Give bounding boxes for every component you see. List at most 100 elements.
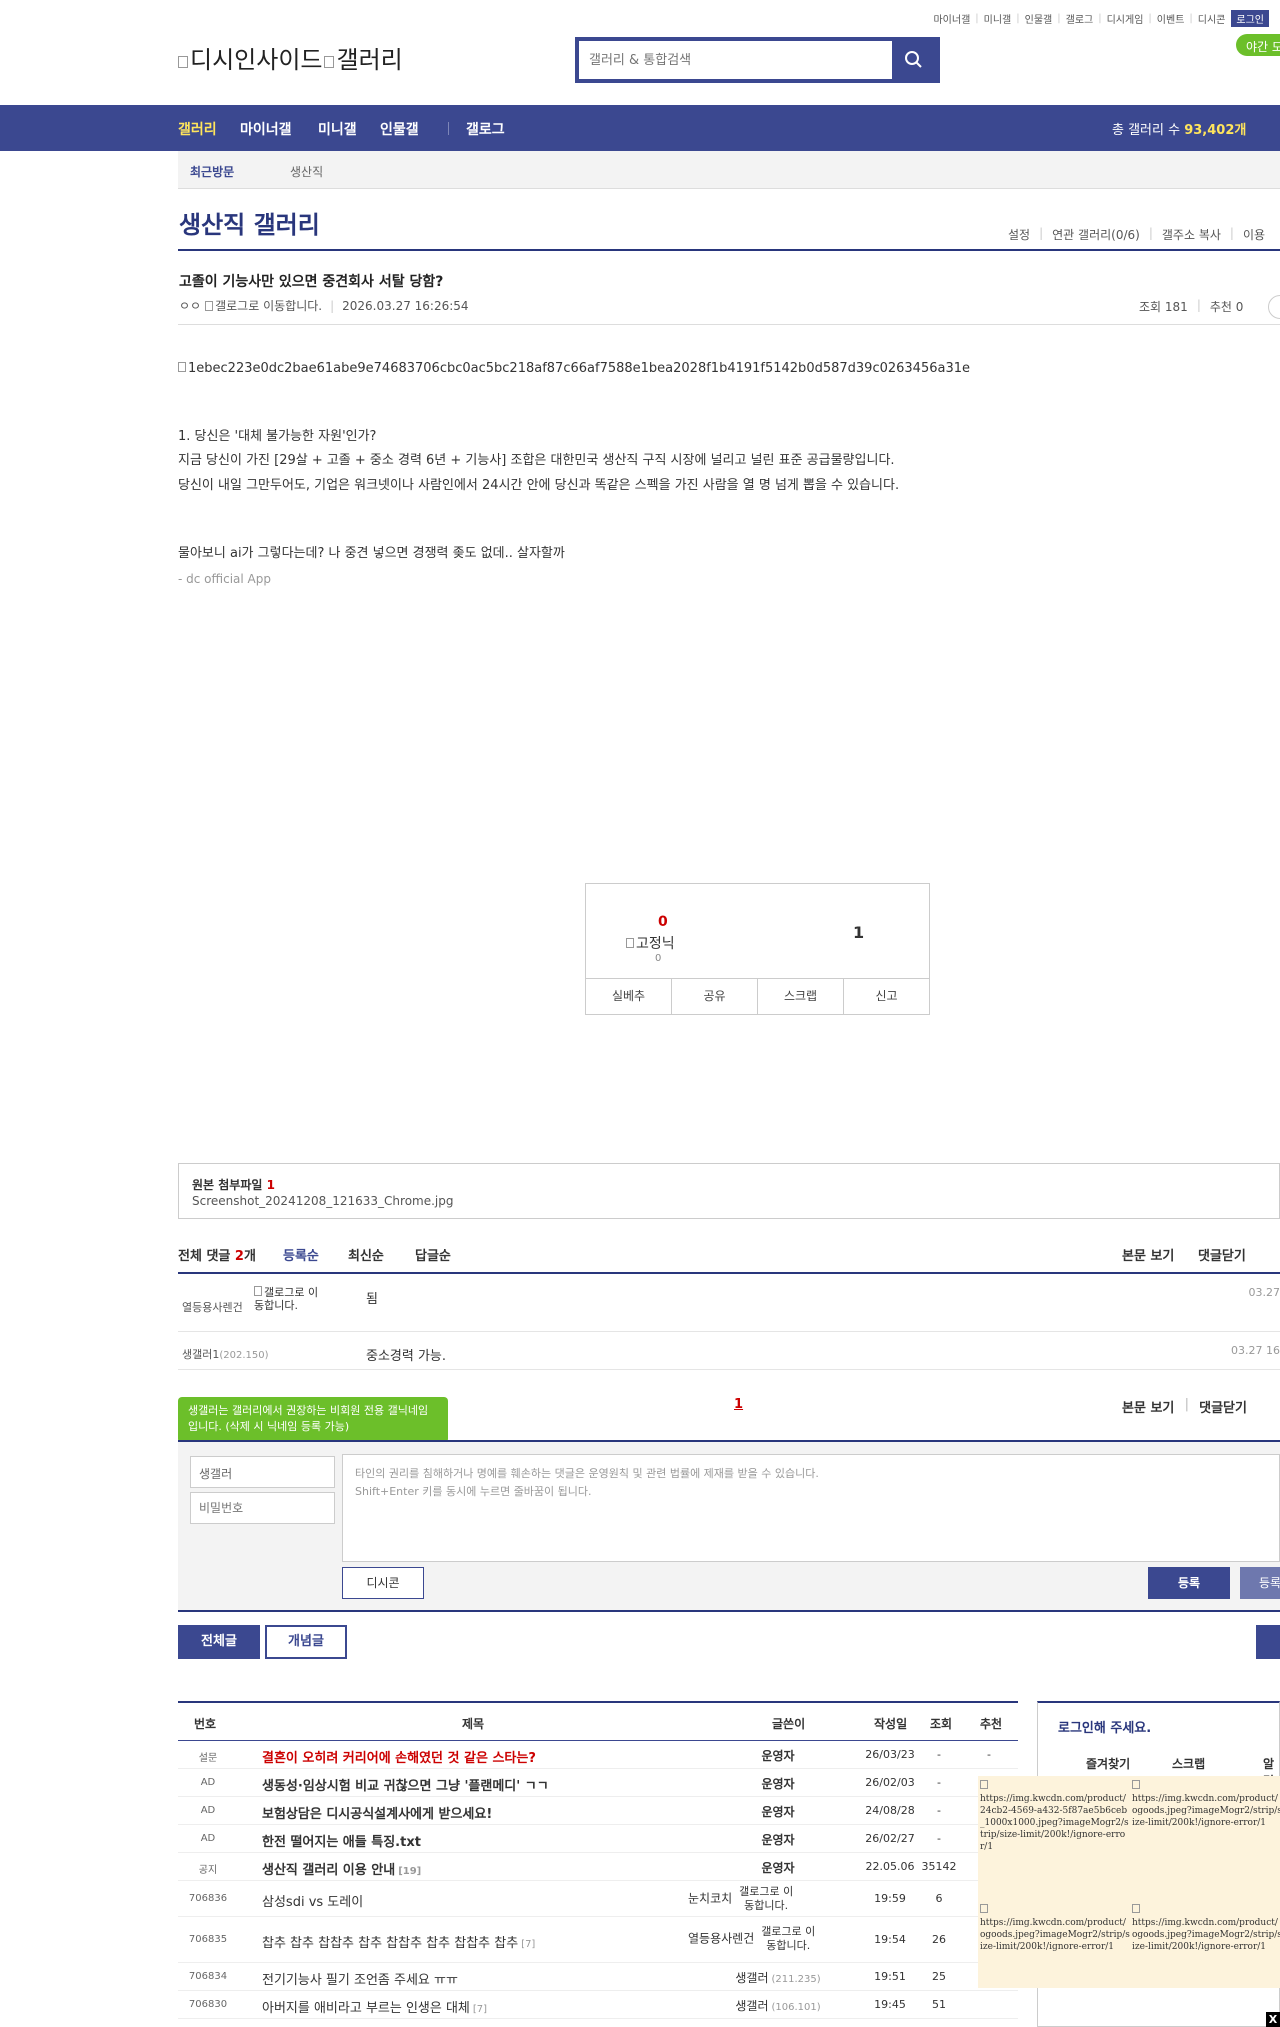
close-icon[interactable]: X (1266, 2012, 1280, 2027)
sort-replies[interactable]: 답글순 (415, 1245, 451, 1264)
submit-button[interactable]: 등록 (1148, 1567, 1230, 1599)
post-date: 24/08/28 (865, 1804, 915, 1817)
submit-recommend-button[interactable]: 등록 (1240, 1567, 1280, 1599)
post-writer[interactable]: 생갤러 (106.101) (718, 1997, 838, 2014)
post-title-link[interactable]: 한전 떨어지는 애들 특징.txt (262, 1831, 421, 1850)
side-tab-bookmark[interactable]: 즐겨찾기 (1086, 1755, 1130, 1772)
post-title-link[interactable]: 전기기능사 필기 조언좀 주세요 ㅠㅠ (262, 1969, 458, 1988)
report-button[interactable]: 신고 (843, 979, 929, 1014)
post-image[interactable]: 1ebec223e0dc2bae61abe9e74683706cbc0ac5bc… (178, 361, 970, 376)
table-row[interactable]: AD 생동성·임상시험 비교 귀찮으면 그냥 '플랜메디' ㄱㄱ 운영자 26/02/… (178, 1769, 1018, 1797)
ad-image[interactable]: https://img.kwcdn.com/product/ogoods.jpe… (980, 1904, 1130, 1953)
table-row[interactable]: 706830 아버지를 애비라고 부르는 인생은 대체 [7] 생갤러 (106.101… (178, 1991, 1018, 2019)
tab-all-posts[interactable]: 전체글 (178, 1625, 260, 1659)
comment-footer-actions: 본문 보기 | 댓글닫기 (1122, 1397, 1247, 1416)
nav-divider (448, 122, 449, 135)
post-writer[interactable]: 생갤러 (211.235) (718, 1969, 838, 1986)
post-title-link[interactable]: 생산직 갤러리 이용 안내 [19] (262, 1859, 421, 1878)
copy-address-link[interactable]: 갤주소 복사 (1162, 226, 1221, 243)
site-logo[interactable]: 디시인사이드 갤러리 (178, 40, 403, 75)
related-gallery-link[interactable]: 연관 갤러리(0/6) (1052, 226, 1140, 243)
attachment-file[interactable]: Screenshot_20241208_121633_Chrome.jpg (192, 1194, 454, 1208)
util-gallog-link[interactable]: 갤로그 (1066, 11, 1094, 26)
table-row[interactable]: 706835 찹추 찹추 찹찹추 찹추 찹찹추 찹추 찹찹추 찹추 [7] 열등용사렌… (178, 1917, 1018, 1963)
tab-best-posts[interactable]: 개념글 (265, 1625, 347, 1659)
share-button[interactable]: 공유 (671, 979, 757, 1014)
login-button[interactable]: 로그인 (1231, 10, 1269, 27)
nav-person[interactable]: 인물갤 (380, 119, 419, 139)
table-row[interactable]: 공지 생산직 갤러리 이용 안내 [19] 운영자 22.05.06 35142 (178, 1853, 1018, 1881)
more-button[interactable] (1268, 295, 1280, 319)
sort-registered[interactable]: 등록순 (283, 1245, 319, 1264)
comment-textarea[interactable]: 타인의 권리를 침해하거나 명예를 훼손하는 댓글은 운영원칙 및 관련 법률에… (342, 1454, 1280, 1562)
ad-image[interactable]: https://img.kwcdn.com/product/ogoods.jpe… (1132, 1904, 1280, 1953)
gallog-link[interactable]: 갤로그로 이동합니다. (758, 1925, 818, 1953)
post-title-link[interactable]: 보험상담은 디시공식설계사에게 받으세요! (262, 1803, 492, 1822)
util-game-link[interactable]: 디시게임 (1107, 11, 1144, 26)
settings-link[interactable]: 설정 (1008, 226, 1030, 243)
night-mode-button[interactable]: 야간 모 (1236, 34, 1280, 56)
recent-visit-item[interactable]: 생산직 (290, 163, 323, 180)
post-writer[interactable]: 운영자 (718, 1859, 838, 1876)
ad-image[interactable]: https://img.kwcdn.com/product/ogoods.jpe… (1132, 1780, 1280, 1829)
util-minor-link[interactable]: 마이너갤 (933, 11, 970, 26)
comment-nick[interactable]: 열등용사렌건 (182, 1299, 243, 1315)
view-body-button[interactable]: 본문 보기 (1122, 1397, 1174, 1416)
real-best-button[interactable]: 실베추 (586, 979, 671, 1014)
usage-link[interactable]: 이용 (1243, 226, 1265, 243)
comment-page-1[interactable]: 1 (734, 1397, 743, 1412)
table-row[interactable]: AD 한전 떨어지는 애들 특징.txt 운영자 26/02/27 - (178, 1825, 1018, 1853)
table-row[interactable]: 설문 결혼이 오히려 커리어에 손해였던 것 같은 스타는? 운영자 26/03/23… (178, 1741, 1018, 1769)
write-post-button[interactable] (1256, 1625, 1280, 1659)
gallog-link[interactable]: 갤로그로 이동합니다. (254, 1286, 324, 1312)
post-number: 706830 (188, 1999, 228, 2010)
password-field[interactable] (190, 1492, 335, 1524)
post-writer[interactable]: 운영자 (718, 1747, 838, 1764)
gallog-link[interactable]: 갤로그로 이동합니다. (215, 297, 322, 314)
view-body-button[interactable]: 본문 보기 (1122, 1245, 1174, 1264)
close-comments-button[interactable]: 댓글닫기 (1199, 1397, 1247, 1416)
nav-gallog[interactable]: 갤로그 (466, 119, 505, 139)
ad-box[interactable]: https://img.kwcdn.com/product/24cb2-4569… (978, 1776, 1280, 1988)
post-writer[interactable]: 열등용사렌건 갤로그로 이동합니다. (688, 1925, 853, 1953)
close-comments-button[interactable]: 댓글닫기 (1198, 1245, 1246, 1264)
post-writer[interactable]: 운영자 (718, 1831, 838, 1848)
util-person-link[interactable]: 인물갤 (1025, 11, 1053, 26)
nickname-field[interactable]: 생갤러 (190, 1456, 335, 1488)
recommend-up-count[interactable]: 0 (658, 914, 668, 930)
nav-gallery[interactable]: 갤러리 (178, 119, 217, 139)
util-dccon-link[interactable]: 디시콘 (1198, 11, 1226, 26)
side-tab-scrap[interactable]: 스크랩 (1172, 1755, 1205, 1772)
recommend-down-count[interactable]: 1 (853, 923, 864, 942)
comment-nick[interactable]: 생갤러1(202.150) (182, 1346, 269, 1362)
nav-mini[interactable]: 미니갤 (318, 119, 357, 139)
ad-image[interactable]: https://img.kwcdn.com/product/24cb2-4569… (980, 1780, 1130, 1853)
post-writer[interactable]: 운영자 (718, 1775, 838, 1792)
gallery-title[interactable]: 생산직 갤러리 (179, 205, 320, 240)
dccon-button[interactable]: 디시콘 (342, 1567, 424, 1599)
util-mini-link[interactable]: 미니갤 (984, 11, 1012, 26)
post-title-link[interactable]: 찹추 찹추 찹찹추 찹추 찹찹추 찹추 찹찹추 찹추 [7] (262, 1932, 535, 1951)
util-event-link[interactable]: 이벤트 (1157, 11, 1185, 26)
table-row[interactable]: AD 보험상담은 디시공식설계사에게 받으세요! 운영자 24/08/28 - (178, 1797, 1018, 1825)
nav-minor[interactable]: 마이너갤 (240, 119, 292, 139)
post-title-link[interactable]: 결혼이 오히려 커리어에 손해였던 것 같은 스타는? (262, 1747, 536, 1766)
nickname-tooltip: 생갤러는 갤러리에서 권장하는 비회원 전용 갤닉네임입니다. (삭제 시 닉네… (178, 1397, 448, 1443)
gallery-tools: 설정 | 연관 갤러리(0/6) | 갤주소 복사 | 이용 (1008, 226, 1266, 243)
login-prompt[interactable]: 로그인해 주세요. (1058, 1717, 1151, 1736)
search-input[interactable] (579, 41, 895, 79)
post-title-link[interactable]: 생동성·임상시험 비교 귀찮으면 그냥 '플랜메디' ㄱㄱ (262, 1775, 549, 1794)
broken-image-icon (178, 56, 188, 68)
post-title-link[interactable]: 삼성sdi vs 도레이 (262, 1891, 363, 1910)
post-number: 706834 (188, 1971, 228, 1982)
scrap-button[interactable]: 스크랩 (757, 979, 843, 1014)
gallog-link[interactable]: 갤로그로 이동합니다. (736, 1885, 796, 1913)
sort-latest[interactable]: 최신순 (348, 1245, 384, 1264)
post-writer[interactable]: 운영자 (718, 1803, 838, 1820)
post-title-link[interactable]: 아버지를 애비라고 부르는 인생은 대체 [7] (262, 1997, 487, 2016)
table-row[interactable]: 706834 전기기능사 필기 조언좀 주세요 ㅠㅠ 생갤러 (211.235) 19:… (178, 1963, 1018, 1991)
post-writer[interactable]: 눈치코치 갤로그로 이동합니다. (688, 1885, 853, 1913)
search-button[interactable] (892, 41, 936, 79)
table-row[interactable]: 706836 삼성sdi vs 도레이 눈치코치 갤로그로 이동합니다. 19:59 6 (178, 1881, 1018, 1917)
post-author[interactable]: ㅇㅇ (179, 297, 201, 314)
